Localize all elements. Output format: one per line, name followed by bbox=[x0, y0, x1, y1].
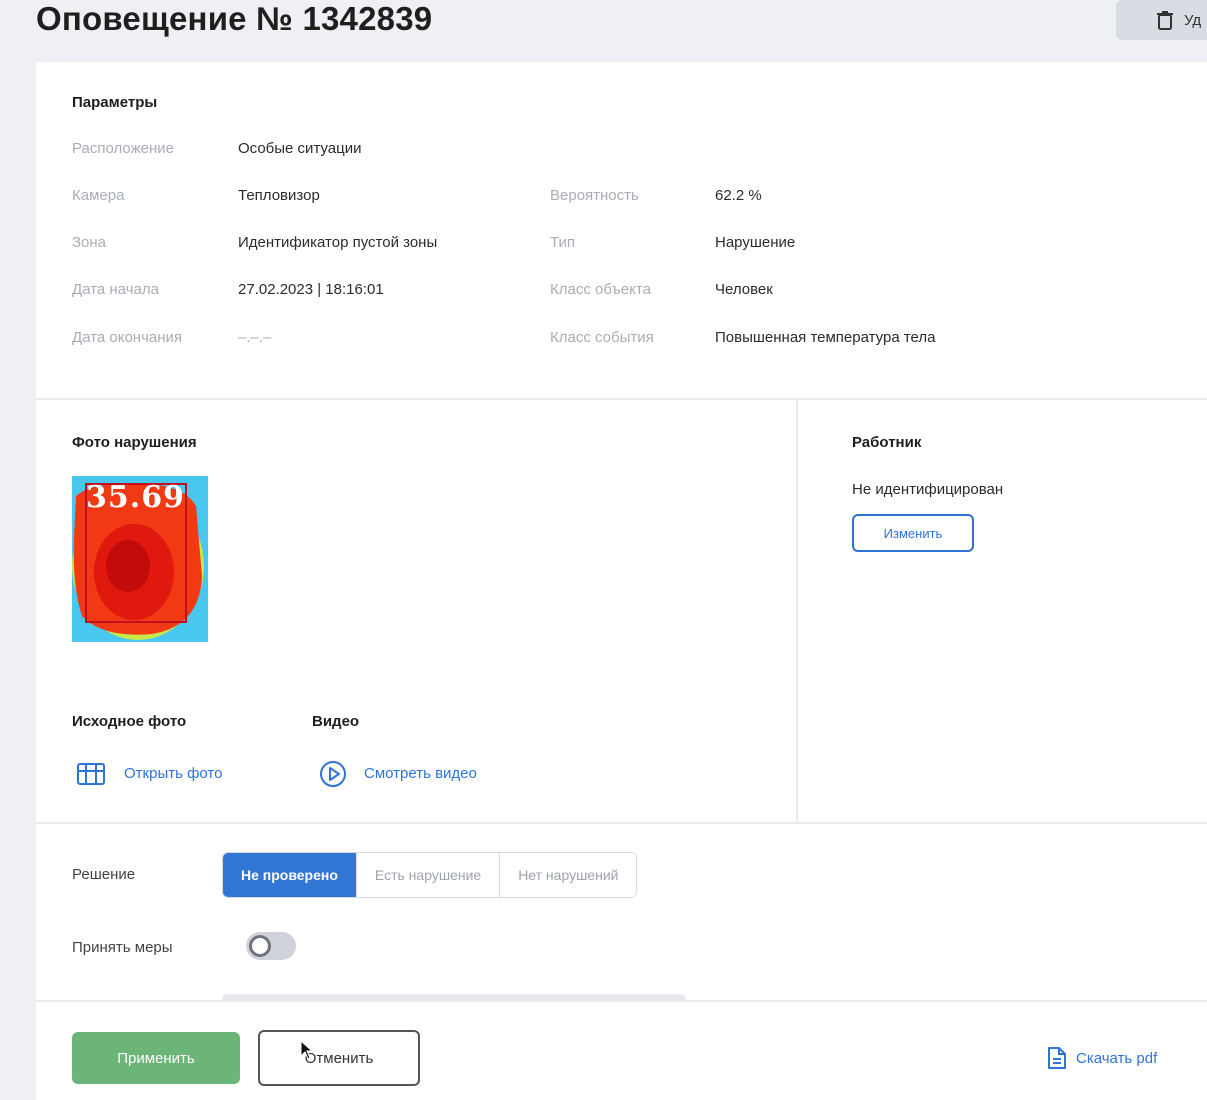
end-date-label: Дата окончания bbox=[72, 329, 183, 346]
pdf-file-icon[interactable] bbox=[1046, 1046, 1068, 1070]
start-date-value: 27.02.2023 | 18:16:01 bbox=[238, 281, 384, 298]
source-photo-title: Исходное фото bbox=[72, 713, 187, 730]
worker-status: Не идентифицирован bbox=[852, 481, 1004, 498]
mouse-cursor-icon bbox=[300, 1040, 314, 1060]
start-date-label: Дата начала bbox=[72, 281, 159, 298]
watch-video-link[interactable]: Смотреть видео bbox=[364, 765, 477, 782]
zone-value: Идентификатор пустой зоны bbox=[238, 234, 438, 251]
cancel-button[interactable]: Отменить bbox=[258, 1030, 420, 1086]
probability-label: Вероятность bbox=[550, 187, 639, 204]
camera-label: Камера bbox=[72, 187, 125, 204]
type-value: Нарушение bbox=[715, 234, 796, 251]
delete-button-label: Уд bbox=[1184, 11, 1202, 29]
alert-card: Параметры Расположение Особые ситуации К… bbox=[36, 62, 1207, 1100]
decision-option-not-checked[interactable]: Не проверено bbox=[223, 853, 356, 897]
download-pdf-link[interactable]: Скачать pdf bbox=[1076, 1050, 1157, 1067]
trash-icon bbox=[1157, 11, 1173, 30]
decision-option-violation[interactable]: Есть нарушение bbox=[355, 853, 500, 897]
measures-toggle[interactable] bbox=[246, 932, 296, 960]
divider bbox=[36, 822, 1207, 824]
violation-photo-title: Фото нарушения bbox=[72, 434, 197, 451]
decision-label: Решение bbox=[72, 866, 136, 883]
decision-option-no-violation[interactable]: Нет нарушений bbox=[499, 853, 637, 897]
decision-segmented-control: Не проверено Есть нарушение Нет нарушени… bbox=[222, 852, 638, 898]
video-title: Видео bbox=[312, 713, 360, 730]
zone-label: Зона bbox=[72, 234, 107, 251]
object-class-label: Класс объекта bbox=[550, 281, 651, 298]
change-worker-button[interactable]: Изменить bbox=[852, 514, 974, 552]
divider bbox=[36, 398, 1207, 400]
params-title: Параметры bbox=[72, 94, 158, 111]
location-value: Особые ситуации bbox=[238, 140, 362, 157]
image-icon[interactable] bbox=[76, 762, 106, 786]
camera-value: Тепловизор bbox=[238, 187, 320, 204]
play-icon[interactable] bbox=[318, 759, 348, 789]
delete-button[interactable]: Уд bbox=[1116, 0, 1207, 40]
measures-label: Принять меры bbox=[72, 939, 173, 956]
open-photo-link[interactable]: Открыть фото bbox=[124, 765, 222, 782]
apply-button[interactable]: Применить bbox=[72, 1032, 240, 1084]
page-title: Оповещение № 1342839 bbox=[36, 0, 433, 37]
photo-temperature: 35.69 bbox=[86, 480, 185, 515]
location-label: Расположение bbox=[72, 140, 174, 157]
violation-photo[interactable]: 35.69 bbox=[72, 476, 208, 642]
event-class-label: Класс события bbox=[550, 329, 654, 346]
type-label: Тип bbox=[550, 234, 576, 251]
event-class-value: Повышенная температура тела bbox=[715, 329, 936, 346]
column-divider bbox=[796, 400, 798, 824]
probability-value: 62.2 % bbox=[715, 187, 762, 204]
toggle-knob bbox=[249, 935, 271, 957]
end-date-value: –.–.– bbox=[238, 329, 272, 346]
worker-title: Работник bbox=[852, 434, 922, 451]
object-class-value: Человек bbox=[715, 281, 773, 298]
divider bbox=[36, 1000, 1207, 1002]
